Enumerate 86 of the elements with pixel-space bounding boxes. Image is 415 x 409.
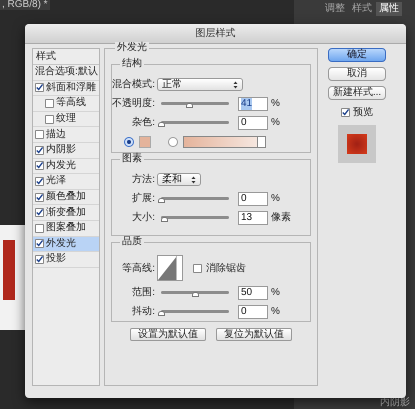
style-item[interactable]: 等高线 — [33, 96, 99, 112]
slider-thumb[interactable] — [186, 103, 193, 108]
slider-thumb[interactable] — [158, 311, 165, 316]
checkbox[interactable] — [35, 83, 44, 92]
artwork-shape — [3, 240, 15, 300]
slider-thumb[interactable] — [158, 122, 165, 127]
slider-thumb[interactable] — [158, 198, 165, 203]
checkbox[interactable] — [35, 146, 44, 155]
field-label: 大小: — [131, 210, 156, 225]
style-item[interactable]: 混合选项:默认 — [33, 65, 99, 81]
group-title: 品质 — [120, 236, 144, 248]
style-item[interactable]: 投影 — [33, 252, 99, 268]
radio-button[interactable] — [124, 136, 134, 146]
number-field[interactable]: 13 — [238, 210, 268, 224]
checkbox-label: 消除锯齿 — [206, 262, 246, 276]
style-item[interactable]: 内阴影 — [33, 142, 99, 159]
unit-label: % — [271, 116, 280, 130]
contour-picker[interactable] — [157, 255, 183, 281]
checkbox[interactable] — [45, 114, 54, 124]
slider-track[interactable] — [161, 197, 229, 200]
field-label: 方法: — [131, 172, 156, 187]
style-item[interactable]: 颜色叠加 — [33, 190, 99, 206]
dialog-button[interactable]: 取消 — [328, 67, 386, 81]
field-label: 杂色: — [131, 116, 156, 130]
checkbox[interactable] — [35, 176, 44, 186]
checkbox[interactable] — [35, 192, 44, 202]
color-swatch[interactable] — [139, 136, 151, 148]
dialog-button[interactable]: 确定 — [328, 48, 386, 62]
panel-tab[interactable]: 调整 — [322, 2, 348, 16]
unit-label: % — [271, 97, 280, 111]
field-label: 抖动: — [131, 304, 156, 319]
unit-label: % — [271, 286, 280, 300]
number-field[interactable]: 50 — [238, 286, 268, 300]
style-item[interactable]: 斜面和浮雕 — [33, 80, 99, 96]
number-field[interactable]: 0 — [238, 192, 268, 206]
slider-thumb[interactable] — [161, 217, 168, 222]
style-item[interactable]: 渐变叠加 — [33, 205, 99, 221]
number-field[interactable]: 41 — [238, 96, 268, 110]
style-item[interactable]: 光泽 — [33, 174, 99, 190]
group-title: 结构 — [120, 58, 144, 70]
dropdown[interactable]: 正常 — [157, 78, 243, 91]
list-header: 样式 — [33, 49, 99, 65]
style-item[interactable]: 纹理 — [33, 112, 99, 128]
panel-button[interactable]: 复位为默认值 — [216, 328, 292, 341]
checkbox[interactable] — [35, 130, 44, 140]
unit-label: % — [271, 305, 280, 319]
field-label: 混合模式: — [112, 78, 156, 92]
slider-track[interactable] — [161, 310, 229, 313]
checkbox[interactable] — [341, 108, 350, 117]
slider-track[interactable] — [161, 121, 229, 124]
panel-tab[interactable]: 样式 — [349, 2, 375, 16]
checkbox-label: 预览 — [353, 106, 373, 120]
section-title: 外发光 — [115, 42, 149, 54]
slider-track[interactable] — [161, 216, 229, 219]
checkbox[interactable] — [45, 98, 54, 108]
slider-track[interactable] — [161, 102, 229, 105]
field-label: 扩展: — [131, 192, 156, 206]
group-title: 图素 — [120, 153, 144, 165]
field-label: 不透明度: — [112, 96, 156, 111]
radio-button[interactable] — [168, 136, 178, 146]
dropdown[interactable]: 柔和 — [157, 173, 201, 186]
checkbox[interactable] — [35, 161, 44, 170]
style-item[interactable]: 描边 — [33, 127, 99, 143]
updown-arrows-icon — [191, 176, 196, 184]
checkbox[interactable] — [35, 208, 44, 218]
unit-label: 像素 — [271, 210, 291, 225]
slider-thumb[interactable] — [192, 292, 199, 297]
panel-tab[interactable]: 属性 — [376, 2, 402, 16]
field-label: 范围: — [131, 286, 156, 300]
checkbox[interactable] — [193, 264, 202, 272]
field-label: 等高线: — [121, 262, 156, 276]
checkbox[interactable] — [35, 224, 44, 233]
number-field[interactable]: 0 — [238, 116, 268, 130]
gradient-picker[interactable] — [183, 136, 266, 148]
style-item[interactable]: 外发光 — [33, 236, 99, 252]
panel-button[interactable]: 设置为默认值 — [130, 328, 206, 341]
document-tab[interactable]: , RGB/8) * — [0, 0, 50, 10]
dialog-button[interactable]: 新建样式... — [328, 86, 386, 100]
slider-track[interactable] — [161, 291, 229, 294]
number-field[interactable]: 0 — [238, 304, 268, 318]
style-item[interactable]: 内发光 — [33, 158, 99, 174]
checkbox[interactable] — [35, 239, 44, 248]
unit-label: % — [271, 192, 280, 206]
checkbox[interactable] — [35, 254, 44, 264]
preview-swatch — [338, 125, 376, 163]
updown-arrows-icon — [233, 80, 238, 88]
